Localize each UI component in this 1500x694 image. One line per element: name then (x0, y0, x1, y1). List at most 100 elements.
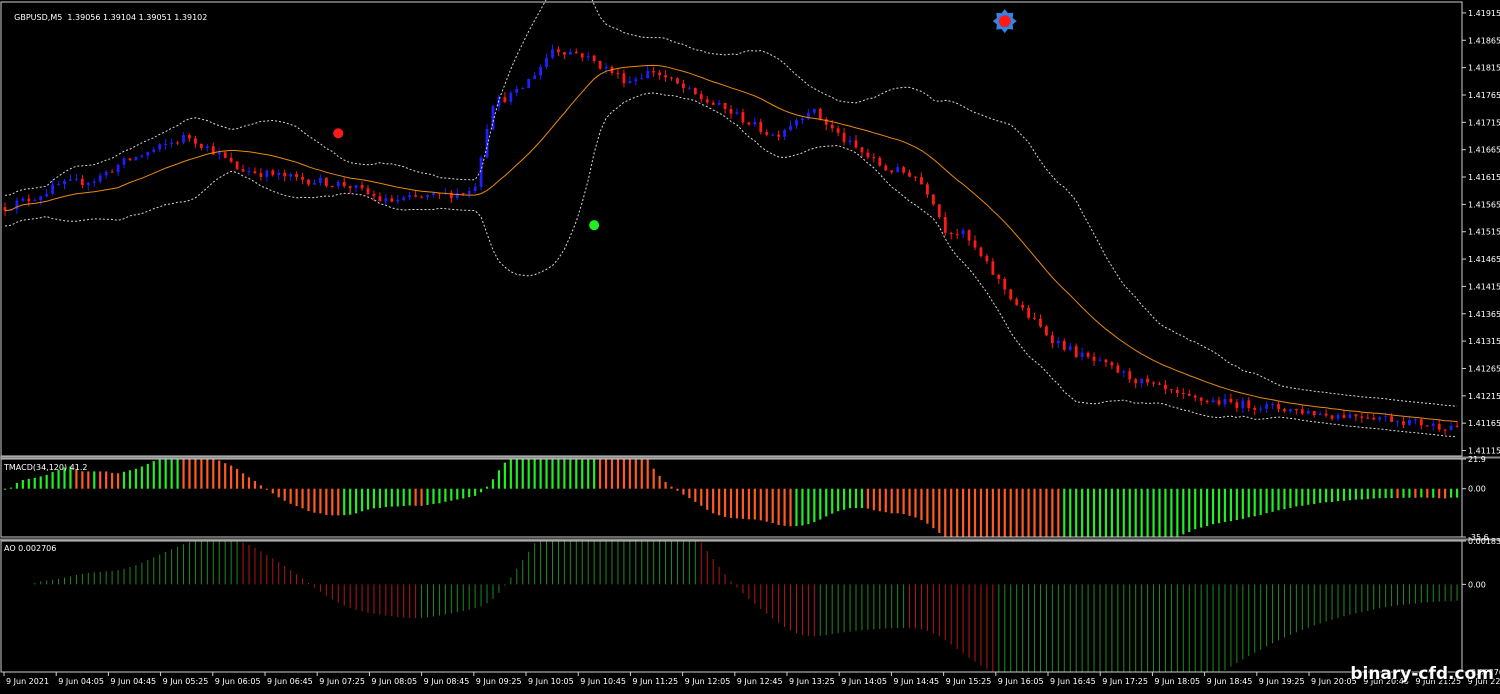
tmacd-bar (890, 488, 893, 514)
candle-body (658, 72, 662, 76)
tmacd-bar (462, 488, 465, 499)
tmacd-bar (474, 488, 477, 496)
candle-body (1211, 400, 1215, 403)
tmacd-bar (878, 488, 881, 512)
candle-body (598, 60, 602, 69)
tmacd-bar (1307, 488, 1310, 505)
tmacd-bar (1247, 488, 1250, 518)
candle-body (1003, 278, 1007, 290)
tmacd-bar (837, 488, 840, 512)
time-tick-label: 9 Jun 07:25 (319, 677, 365, 686)
candle-body (1324, 413, 1328, 416)
candle-body (277, 172, 281, 176)
tmacd-label: TMACD(34,120) 41.2 (4, 463, 88, 472)
candle-body (1425, 425, 1429, 427)
time-tick-label: 9 Jun 13:25 (789, 677, 835, 686)
candle-body (1437, 423, 1441, 430)
candle-body (1318, 413, 1322, 416)
tmacd-bar (1051, 488, 1054, 537)
tmacd-bar (604, 459, 608, 489)
trading-chart[interactable]: 1.41915 1.41865 1.41815 1.41765 1.41715 1.416… (0, 0, 1500, 690)
tmacd-bar (1283, 488, 1286, 510)
tmacd-bar (57, 469, 60, 489)
candle-body (973, 240, 977, 248)
tmacd-bar (1348, 488, 1352, 501)
candle-body (1330, 415, 1334, 419)
tmacd-bar (1057, 488, 1060, 537)
candle-body (1039, 318, 1042, 327)
tmacd-bar (307, 488, 310, 511)
candle-body (991, 261, 995, 275)
candle-body (1181, 393, 1185, 395)
tmacd-bar (527, 459, 530, 489)
candle-body (217, 152, 221, 155)
price-tick-label: 1.41465 (1468, 255, 1500, 264)
price-tick-label: 1.41565 (1468, 200, 1500, 209)
tmacd-bar (688, 488, 691, 499)
candle-body (1021, 304, 1025, 308)
candle-body (914, 176, 917, 178)
candle-body (890, 170, 894, 173)
candle-body (1122, 371, 1126, 373)
watermark: binary-cfd.com (1350, 664, 1494, 684)
tmacd-bar (277, 488, 280, 498)
tmacd-bar (479, 488, 483, 493)
time-tick-label: 9 Jun 04:45 (110, 677, 156, 686)
tmacd-bar (563, 459, 566, 489)
tmacd-bar (360, 488, 364, 512)
candle-body (1175, 389, 1179, 394)
candle-body (1253, 408, 1257, 410)
tmacd-bar (1140, 488, 1143, 537)
candle-body (402, 197, 406, 200)
tmacd-bar (212, 459, 215, 489)
tmacd-bar (1116, 488, 1119, 537)
candle-body (301, 176, 304, 180)
tmacd-bar (783, 488, 786, 526)
tmacd-bar (1098, 488, 1102, 537)
candle-body (1235, 402, 1239, 409)
price-tick-label: 1.41415 (1468, 282, 1500, 291)
time-tick-label: 9 Jun 16:45 (1050, 677, 1096, 686)
candle-body (884, 165, 888, 171)
candle-body (1348, 414, 1352, 418)
price-tick-label: 1.41715 (1468, 118, 1500, 127)
tmacd-bar (265, 488, 268, 490)
candle-body (652, 70, 656, 73)
candle-body (1015, 299, 1019, 305)
tmacd-tick-label: 21.9 (1468, 455, 1486, 464)
tmacd-bar (146, 463, 149, 489)
candle-body (878, 157, 882, 166)
tmacd-bar (81, 471, 84, 489)
tmacd-bar (1063, 488, 1066, 537)
candle-body (985, 256, 989, 262)
candle-body (812, 108, 816, 113)
candle-body (354, 185, 358, 188)
tmacd-bar (218, 460, 221, 489)
tmacd-bar (105, 471, 108, 489)
candle-body (1396, 421, 1399, 423)
tmacd-bar (75, 469, 78, 489)
candle-body (1223, 398, 1227, 405)
tmacd-bar (521, 459, 524, 489)
time-tick-label: 9 Jun 19:25 (1259, 677, 1305, 686)
candle-body (426, 194, 429, 197)
time-tick-label: 9 Jun 04:05 (58, 677, 104, 686)
candle-body (324, 177, 328, 187)
tmacd-bar (682, 488, 685, 495)
candle-body (604, 66, 608, 69)
candle-body (467, 190, 471, 195)
tmacd-bar (1384, 488, 1387, 499)
time-tick-label: 9 Jun 11:25 (632, 677, 678, 686)
tmacd-bar (896, 488, 899, 514)
tmacd-bar (1295, 488, 1298, 507)
candle-body (1378, 417, 1382, 420)
tmacd-bar (1086, 488, 1090, 537)
candle-body (580, 53, 584, 58)
candle-body (943, 217, 947, 233)
time-tick-label: 9 Jun 10:45 (580, 677, 626, 686)
tmacd-bar (1319, 488, 1322, 503)
tmacd-bar (432, 488, 435, 504)
time-tick-label: 9 Jun 14:45 (893, 677, 939, 686)
chart-canvas[interactable]: 1.41915 1.41865 1.41815 1.41765 1.41715 1.416… (0, 0, 1500, 690)
price-tick-label: 1.41315 (1468, 337, 1500, 346)
